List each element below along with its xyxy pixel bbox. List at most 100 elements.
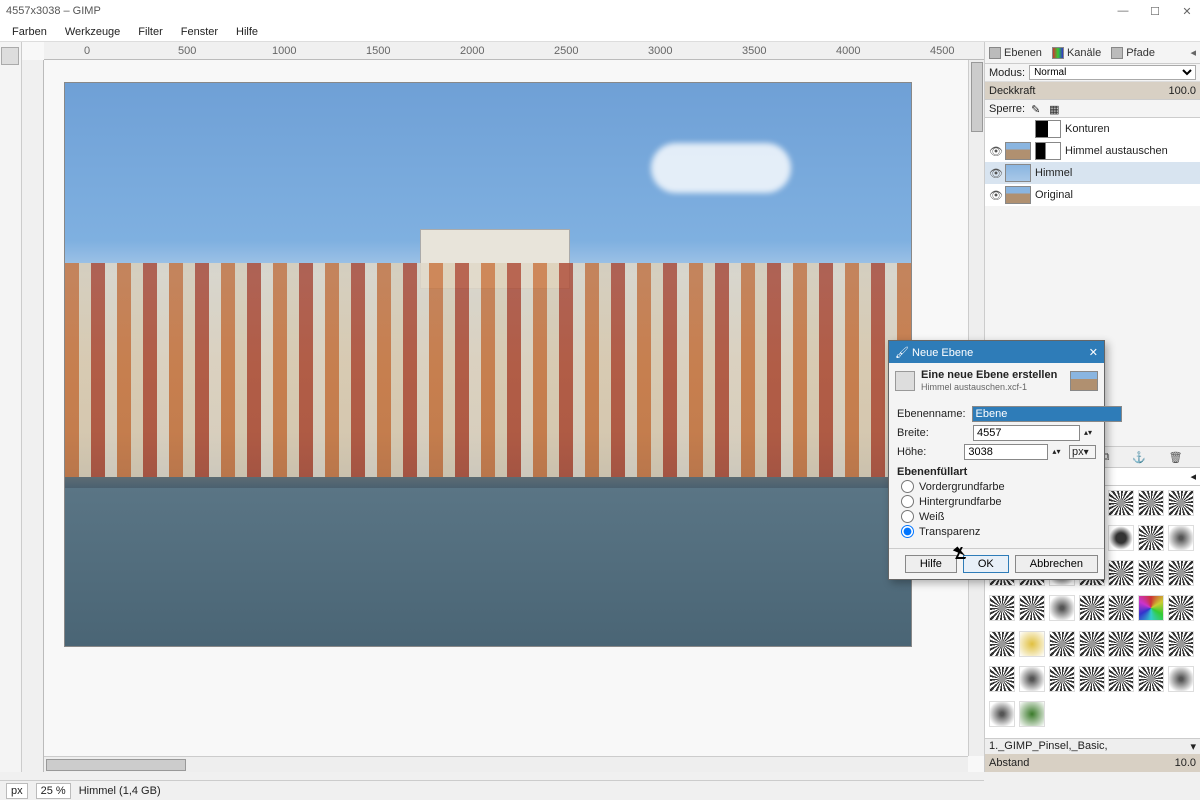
brush-item[interactable]	[1108, 595, 1134, 621]
visibility-toggle[interactable]: 👁	[989, 167, 1001, 180]
brush-item[interactable]	[1138, 595, 1164, 621]
fill-option-foreground[interactable]: Vordergrundfarbe	[901, 480, 1096, 493]
ok-button[interactable]: OK	[963, 555, 1009, 573]
ruler-horizontal: 0 500 1000 1500 2000 2500 3000 3500 4000…	[44, 42, 984, 60]
brush-item[interactable]	[1079, 631, 1105, 657]
brush-item[interactable]	[1108, 560, 1134, 586]
brush-item[interactable]	[1019, 701, 1045, 727]
width-input[interactable]	[973, 425, 1080, 441]
brush-item[interactable]	[1168, 560, 1194, 586]
brush-item[interactable]	[989, 666, 1015, 692]
scrollbar-thumb[interactable]	[971, 62, 983, 132]
brush-item[interactable]	[1108, 490, 1134, 516]
fill-section-label: Ebenenfüllart	[897, 466, 1096, 478]
unit-select[interactable]: px	[6, 783, 28, 799]
brush-item[interactable]	[1168, 595, 1194, 621]
maximize-button[interactable]: ☐	[1148, 5, 1162, 18]
opacity-value[interactable]: 100.0	[1168, 85, 1196, 97]
brush-item[interactable]	[1168, 631, 1194, 657]
brush-item[interactable]	[1108, 666, 1134, 692]
layer-name-input[interactable]	[972, 406, 1122, 422]
brush-item[interactable]	[1138, 525, 1164, 551]
fill-option-white[interactable]: Weiß	[901, 510, 1096, 523]
zoom-select[interactable]: 25 %	[36, 783, 71, 799]
gimp-icon: 🖌	[895, 347, 909, 359]
lock-pixels-icon[interactable]: ✎	[1031, 103, 1043, 115]
brush-item[interactable]	[1168, 525, 1194, 551]
menu-filter[interactable]: Filter	[130, 24, 170, 40]
menu-farben[interactable]: Farben	[4, 24, 55, 40]
canvas-image[interactable]	[64, 82, 912, 647]
brush-menu-icon[interactable]: ◂	[1190, 470, 1196, 483]
dialog-close-icon[interactable]: ✕	[1089, 346, 1098, 359]
dialog-titlebar[interactable]: 🖌 Neue Ebene ✕	[889, 341, 1104, 363]
new-layer-icon	[895, 371, 915, 391]
brush-item[interactable]	[1019, 595, 1045, 621]
tab-layers[interactable]: Ebenen	[989, 47, 1042, 59]
lock-alpha-icon[interactable]: ▦	[1049, 103, 1061, 115]
window-title: 4557x3038 – GIMP	[6, 5, 101, 17]
brush-item[interactable]	[1138, 560, 1164, 586]
brush-item[interactable]	[1019, 666, 1045, 692]
width-spinner[interactable]: ▴▾	[1084, 430, 1096, 436]
dock-tabs: Ebenen Kanäle Pfade ◂	[985, 42, 1200, 64]
opacity-label: Deckkraft	[989, 85, 1035, 97]
close-button[interactable]: ✕	[1180, 5, 1194, 18]
tab-channels[interactable]: Kanäle	[1052, 47, 1101, 59]
cancel-button[interactable]: Abbrechen	[1015, 555, 1098, 573]
help-button[interactable]: Hilfe	[905, 555, 957, 573]
dialog-title: Neue Ebene	[912, 347, 973, 359]
brush-item[interactable]	[989, 595, 1015, 621]
dock-menu-icon[interactable]: ◂	[1190, 46, 1196, 59]
brush-item[interactable]	[1049, 595, 1075, 621]
tool-icon[interactable]	[1, 47, 19, 65]
layer-thumbnail[interactable]	[1005, 186, 1031, 204]
scrollbar-thumb[interactable]	[46, 759, 186, 771]
layer-name[interactable]: Original	[1035, 189, 1073, 201]
brush-item[interactable]	[1049, 666, 1075, 692]
layer-row[interactable]: 👁 Original	[985, 184, 1200, 206]
brush-item[interactable]	[1108, 525, 1134, 551]
brush-item[interactable]	[1168, 666, 1194, 692]
layer-row[interactable]: Konturen	[985, 118, 1200, 140]
brush-item[interactable]	[989, 701, 1015, 727]
menu-hilfe[interactable]: Hilfe	[228, 24, 266, 40]
height-input[interactable]	[964, 444, 1048, 460]
brush-item[interactable]	[1108, 631, 1134, 657]
layer-thumbnail[interactable]	[1005, 142, 1031, 160]
layer-thumbnail[interactable]	[1005, 164, 1031, 182]
brush-item[interactable]	[1138, 666, 1164, 692]
brush-item[interactable]	[1138, 631, 1164, 657]
unit-select[interactable]: px▾	[1069, 445, 1096, 459]
menu-fenster[interactable]: Fenster	[173, 24, 226, 40]
layer-mask[interactable]	[1035, 142, 1061, 160]
layer-thumbnail[interactable]	[1035, 120, 1061, 138]
layer-name[interactable]: Konturen	[1065, 123, 1110, 135]
minimize-button[interactable]: —	[1116, 5, 1130, 18]
delete-layer-icon[interactable]: 🗑	[1169, 451, 1183, 464]
anchor-layer-icon[interactable]: ⚓	[1132, 451, 1146, 464]
brush-item[interactable]	[1138, 490, 1164, 516]
fill-option-background[interactable]: Hintergrundfarbe	[901, 495, 1096, 508]
fill-option-transparency[interactable]: Transparenz	[901, 525, 1096, 538]
brush-dropdown-icon[interactable]: ▾	[1190, 740, 1196, 753]
layer-row[interactable]: 👁 Himmel austauschen	[985, 140, 1200, 162]
visibility-toggle[interactable]: 👁	[989, 145, 1001, 158]
scrollbar-horizontal[interactable]	[44, 756, 968, 772]
brush-item[interactable]	[1079, 595, 1105, 621]
layer-row[interactable]: 👁 Himmel	[985, 162, 1200, 184]
visibility-toggle[interactable]: 👁	[989, 189, 1001, 202]
height-spinner[interactable]: ▴▾	[1052, 449, 1063, 455]
layers-list: Konturen 👁 Himmel austauschen 👁 Himmel 👁…	[985, 118, 1200, 206]
brush-item[interactable]	[1168, 490, 1194, 516]
brush-spacing-value[interactable]: 10.0	[1175, 757, 1196, 769]
menu-werkzeuge[interactable]: Werkzeuge	[57, 24, 128, 40]
brush-item[interactable]	[989, 631, 1015, 657]
layer-name[interactable]: Himmel austauschen	[1065, 145, 1168, 157]
mode-select[interactable]: Normal	[1029, 65, 1196, 80]
layer-name[interactable]: Himmel	[1035, 167, 1072, 179]
brush-item[interactable]	[1019, 631, 1045, 657]
tab-paths[interactable]: Pfade	[1111, 47, 1155, 59]
brush-item[interactable]	[1079, 666, 1105, 692]
brush-item[interactable]	[1049, 631, 1075, 657]
